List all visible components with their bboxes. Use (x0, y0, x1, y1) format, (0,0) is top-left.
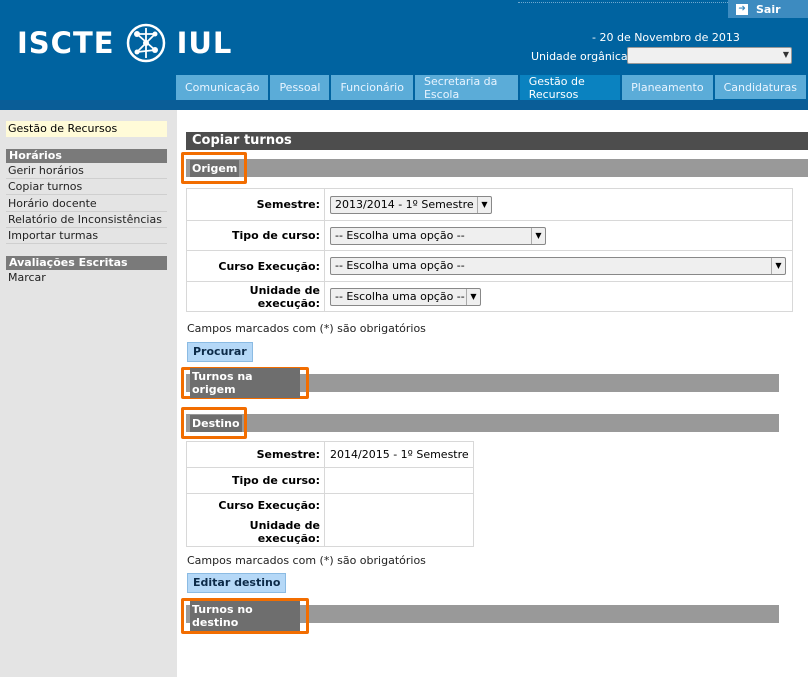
destino-required-note: Campos marcados com (*) são obrigatórios (187, 554, 426, 567)
origem-curso-label: Curso Execução: (186, 250, 325, 282)
logout-label: Sair (756, 2, 781, 16)
origem-section-bar (186, 159, 808, 177)
origem-tipo-select[interactable]: -- Escolha uma opção -- ▼ (330, 226, 546, 245)
destino-tipo-label: Tipo de curso: (186, 467, 325, 494)
origem-section-label: Origem (181, 152, 247, 184)
sidebar-item-gerir-horarios[interactable]: Gerir horários (6, 163, 167, 179)
tab-funcionario[interactable]: Funcionário (331, 75, 413, 100)
turnos-origem-section-label: Turnos na origem (181, 367, 309, 399)
chevron-down-icon: ▼ (466, 288, 480, 305)
turnos-destino-section-text: Turnos no destino (190, 601, 300, 631)
logo-network-icon (126, 23, 165, 63)
origem-section-text: Origem (190, 159, 240, 177)
destino-semestre-value: 2014/2015 - 1º Semestre (324, 441, 474, 468)
main-tabs: Comunicação Pessoal Funcionário Secretar… (176, 75, 808, 101)
sidebar-item-horario-docente[interactable]: Horário docente (6, 196, 167, 212)
destino-section-bar (186, 414, 779, 432)
destino-form-table: Semestre: 2014/2015 - 1º Semestre Tipo d… (186, 441, 474, 547)
header-bottom-bar (0, 100, 808, 110)
editar-destino-button[interactable]: Editar destino (187, 573, 287, 593)
header-divider (518, 2, 728, 3)
chevron-down-icon: ▼ (477, 196, 491, 213)
sidebar-group-avaliacoes-escritas: Avaliações Escritas (6, 256, 167, 270)
origem-unidade-value: -- Escolha uma opção -- (335, 289, 465, 303)
current-date: - 20 de Novembro de 2013 (592, 31, 740, 44)
sidebar: Gestão de Recursos Horários Gerir horári… (0, 110, 177, 677)
origem-curso-value: -- Escolha uma opção -- (335, 259, 465, 272)
tab-pessoal[interactable]: Pessoal (270, 75, 330, 100)
chevron-down-icon: ▼ (771, 258, 785, 274)
logout-button[interactable]: ➜ Sair (728, 0, 808, 18)
destino-unidade-label: Unidade de execução: (186, 517, 325, 547)
origem-semestre-label: Semestre: (186, 188, 325, 221)
destino-section-text: Destino (190, 414, 242, 432)
logout-icon: ➜ (736, 3, 748, 15)
destino-curso-label: Curso Execução: (186, 493, 325, 518)
origem-tipo-label: Tipo de curso: (186, 220, 325, 251)
origem-unidade-label: Unidade de execução: (186, 281, 325, 312)
sidebar-item-importar-turmas[interactable]: Importar turmas (6, 228, 167, 244)
origem-form-table: Semestre: 2013/2014 - 1º Semestre ▼ Tipo… (186, 188, 793, 312)
chevron-down-icon: ▼ (531, 227, 545, 244)
header: ISCTE IUL ➜ Sair - 20 de Novembro de 201… (0, 0, 808, 101)
procurar-button[interactable]: Procurar (187, 342, 253, 362)
turnos-origem-section-text: Turnos na origem (190, 368, 300, 398)
tab-gestao-de-recursos[interactable]: Gestão de Recursos (519, 75, 621, 101)
origem-unidade-select[interactable]: -- Escolha uma opção -- ▼ (330, 287, 481, 306)
tab-planeamento[interactable]: Planeamento (622, 75, 713, 100)
origem-tipo-value: -- Escolha uma opção -- (335, 228, 465, 242)
unit-select[interactable]: ▼ (627, 47, 792, 64)
page-title: Copiar turnos (186, 132, 808, 150)
turnos-destino-section-label: Turnos no destino (181, 598, 309, 634)
sidebar-item-gestao-de-recursos[interactable]: Gestão de Recursos (6, 121, 167, 137)
destino-section-label: Destino (181, 407, 247, 439)
sidebar-group-horarios: Horários (6, 149, 167, 163)
chevron-down-icon: ▼ (782, 50, 789, 59)
origem-semestre-select[interactable]: 2013/2014 - 1º Semestre ▼ (330, 195, 492, 214)
tab-secretaria-da-escola[interactable]: Secretaria da Escola (414, 75, 518, 101)
sidebar-item-copiar-turnos[interactable]: Copiar turnos (6, 179, 167, 195)
destino-curso-unidade-value (324, 493, 474, 547)
iscte-iul-logo[interactable]: ISCTE IUL (17, 22, 232, 64)
logo-right-text: IUL (176, 26, 233, 60)
destino-tipo-value (324, 467, 474, 494)
sidebar-item-marcar[interactable]: Marcar (6, 270, 167, 286)
tab-comunicacao[interactable]: Comunicação (176, 75, 269, 100)
logo-left-text: ISCTE (17, 26, 115, 60)
destino-semestre-label: Semestre: (186, 441, 325, 468)
unit-label: Unidade orgânica: (531, 50, 632, 63)
origem-semestre-value: 2013/2014 - 1º Semestre (335, 197, 474, 211)
origem-required-note: Campos marcados com (*) são obrigatórios (187, 322, 426, 335)
origem-curso-select[interactable]: -- Escolha uma opção -- ▼ (330, 257, 786, 275)
sidebar-item-relatorio-inconsistencias[interactable]: Relatório de Inconsistências (6, 212, 167, 228)
tab-candidaturas[interactable]: Candidaturas (714, 75, 806, 99)
